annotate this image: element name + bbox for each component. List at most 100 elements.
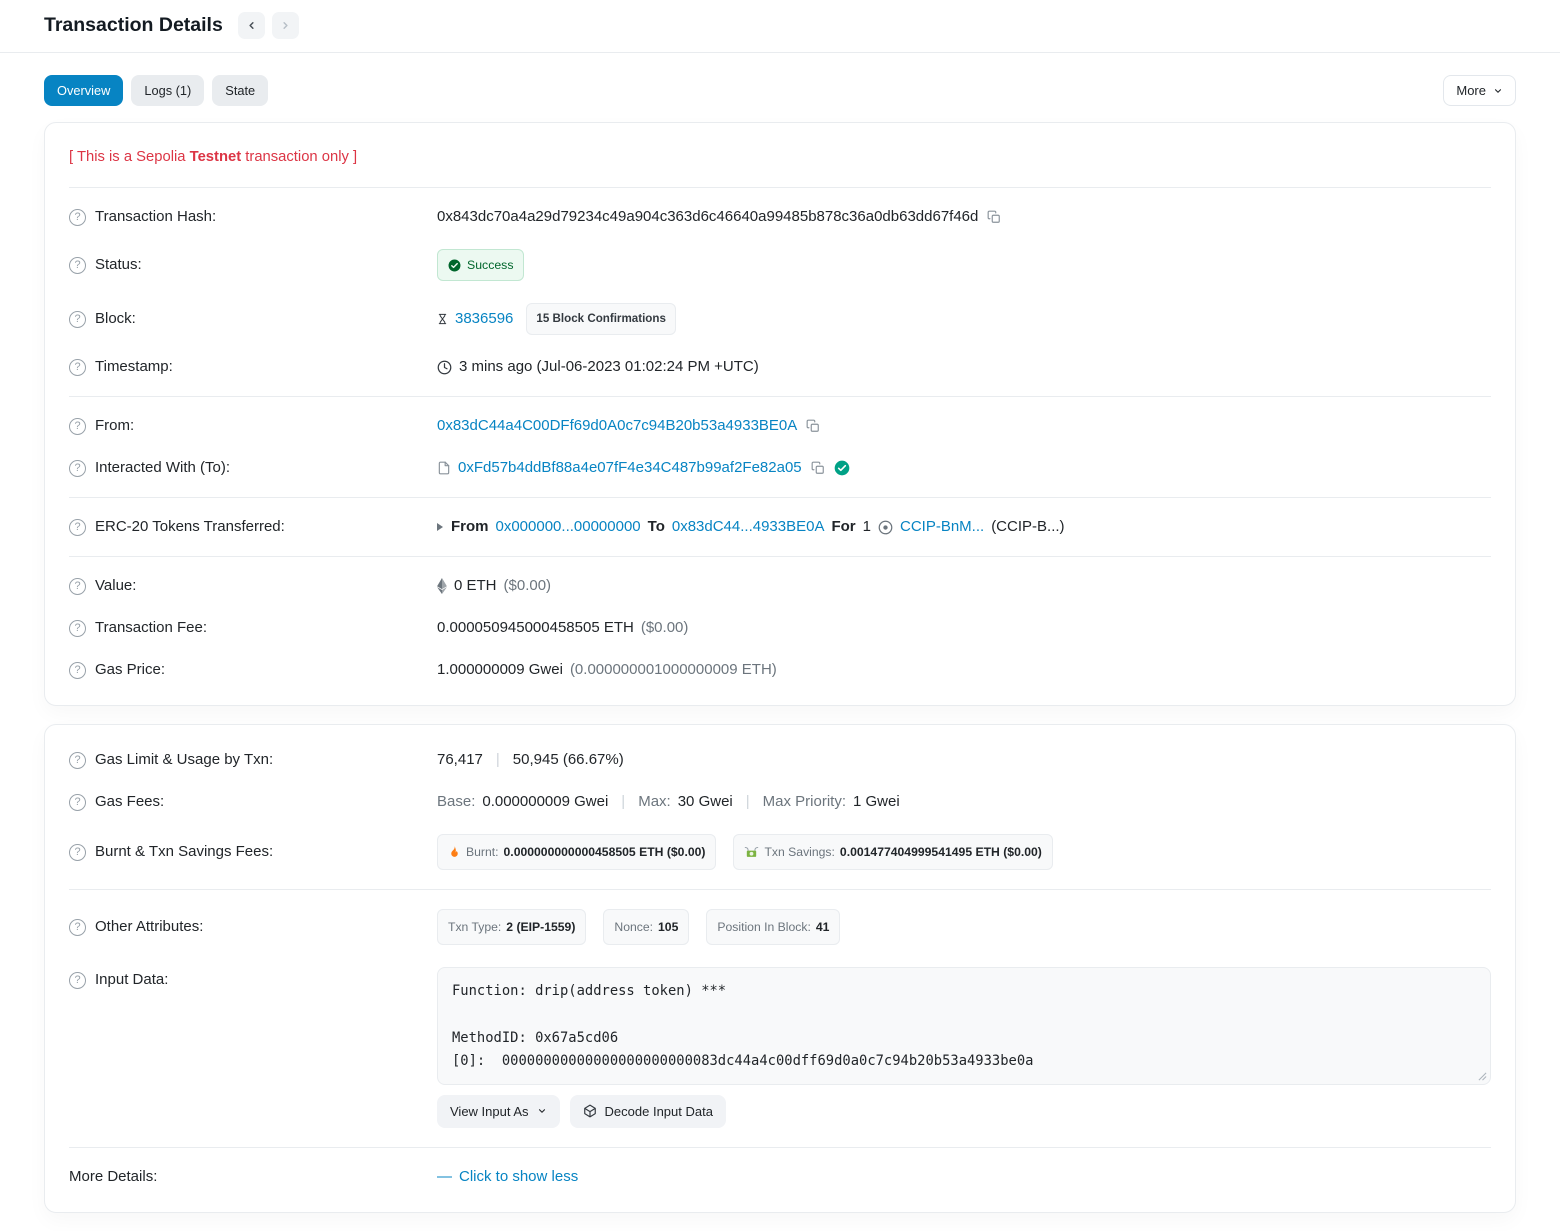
row-transaction-hash: ? Transaction Hash: 0x843dc70a4a29d79234… [69, 196, 1491, 238]
row-label: ? From: [69, 416, 437, 436]
row-value: From 0x000000...00000000 To 0x83dC44...4… [437, 517, 1491, 537]
help-icon[interactable]: ? [69, 752, 86, 769]
base-fee-value: 0.000000009 Gwei [482, 792, 608, 812]
contract-file-icon [437, 461, 451, 475]
help-icon[interactable]: ? [69, 460, 86, 477]
separator: | [496, 750, 500, 770]
help-icon[interactable]: ? [69, 620, 86, 637]
transfer-to-address-link[interactable]: 0x83dC44...4933BE0A [672, 517, 825, 537]
transfer-from-address-link[interactable]: 0x000000...00000000 [496, 517, 641, 537]
tab-overview[interactable]: Overview [44, 75, 123, 106]
next-transaction-button[interactable] [272, 12, 299, 39]
row-label: ? Transaction Fee: [69, 618, 437, 638]
help-icon[interactable]: ? [69, 972, 86, 989]
nonce-value: 105 [658, 917, 678, 937]
view-input-as-button[interactable]: View Input As [437, 1095, 560, 1128]
to-address-link[interactable]: 0xFd57b4ddBf88a4e07fF4e34C487b99af2Fe82a… [458, 458, 802, 478]
row-erc20-transfers: ? ERC-20 Tokens Transferred: From 0x0000… [69, 506, 1491, 548]
chevron-down-icon [537, 1106, 547, 1116]
help-icon[interactable]: ? [69, 519, 86, 536]
transfer-bullet-icon [437, 523, 443, 531]
row-value: 3836596 15 Block Confirmations [437, 303, 1491, 335]
previous-transaction-button[interactable] [238, 12, 265, 39]
divider [69, 396, 1491, 397]
row-label: ? Value: [69, 576, 437, 596]
separator: | [746, 792, 750, 812]
divider [69, 556, 1491, 557]
value-usd: ($0.00) [504, 576, 552, 596]
row-burnt-fees: ? Burnt & Txn Savings Fees: Burnt: 0.000… [69, 823, 1491, 881]
block-number-link[interactable]: 3836596 [455, 309, 513, 329]
position-in-block-value: 41 [816, 917, 830, 937]
base-fee-label: Base: [437, 792, 475, 812]
row-label: ? Other Attributes: [69, 917, 437, 937]
position-in-block-badge: Position In Block: 41 [706, 909, 840, 945]
block-label: Block: [95, 309, 136, 329]
divider [69, 187, 1491, 188]
transfer-for-word: For [831, 517, 855, 537]
help-icon[interactable]: ? [69, 209, 86, 226]
txn-type-value: 2 (EIP-1559) [506, 917, 575, 937]
transfer-amount: 1 [863, 517, 871, 537]
max-fee-value: 30 Gwei [678, 792, 733, 812]
transaction-hash-label: Transaction Hash: [95, 207, 216, 227]
view-input-as-label: View Input As [450, 1104, 529, 1119]
row-label: ? ERC-20 Tokens Transferred: [69, 517, 437, 537]
status-label: Status: [95, 255, 142, 275]
help-icon[interactable]: ? [69, 359, 86, 376]
row-value: 0.000050945000458505 ETH ($0.00) [437, 618, 1491, 638]
details-card: ? Gas Limit & Usage by Txn: 76,417 | 50,… [44, 724, 1516, 1213]
tab-state[interactable]: State [212, 75, 268, 106]
help-icon[interactable]: ? [69, 418, 86, 435]
more-dropdown-button[interactable]: More [1443, 75, 1516, 106]
txn-savings-badge-value: 0.001477404999541495 ETH ($0.00) [840, 842, 1042, 862]
page-title: Transaction Details [44, 14, 223, 37]
help-icon[interactable]: ? [69, 662, 86, 679]
max-priority-fee-label: Max Priority: [763, 792, 846, 812]
help-icon[interactable]: ? [69, 578, 86, 595]
input-data-box[interactable]: Function: drip(address token) *** Method… [437, 967, 1491, 1085]
max-priority-fee-value: 1 Gwei [853, 792, 900, 812]
testnet-notice: [ This is a Sepolia Testnet transaction … [69, 137, 1491, 179]
row-value: Txn Type: 2 (EIP-1559) Nonce: 105 Positi… [437, 909, 1491, 945]
transfer-to-word: To [648, 517, 665, 537]
help-icon[interactable]: ? [69, 919, 86, 936]
testnet-notice-highlight: Testnet [190, 149, 242, 165]
row-value: 0x843dc70a4a29d79234c49a904c363d6c46640a… [437, 207, 1491, 227]
copy-icon[interactable] [985, 210, 1003, 224]
from-address-link[interactable]: 0x83dC44a4C00DFf69d0A0c7c94B20b53a4933BE… [437, 416, 797, 436]
row-other-attributes: ? Other Attributes: Txn Type: 2 (EIP-155… [69, 898, 1491, 956]
decode-input-data-label: Decode Input Data [605, 1104, 713, 1119]
token-name-link[interactable]: CCIP-BnM... [900, 517, 984, 537]
help-icon[interactable]: ? [69, 257, 86, 274]
transfer-from-word: From [451, 517, 489, 537]
row-transaction-fee: ? Transaction Fee: 0.000050945000458505 … [69, 607, 1491, 649]
chevron-left-icon [246, 20, 257, 31]
gas-limit-value: 76,417 [437, 750, 483, 770]
help-icon[interactable]: ? [69, 311, 86, 328]
burnt-badge-value: 0.000000000000458505 ETH ($0.00) [504, 842, 706, 862]
help-icon[interactable]: ? [69, 844, 86, 861]
decode-input-data-button[interactable]: Decode Input Data [570, 1095, 726, 1128]
chevron-down-icon [1493, 86, 1503, 96]
resize-handle-icon[interactable] [1478, 1072, 1487, 1081]
nonce-badge: Nonce: 105 [603, 909, 689, 945]
copy-icon[interactable] [804, 419, 822, 433]
value-label: Value: [95, 576, 136, 596]
tab-logs[interactable]: Logs (1) [131, 75, 204, 106]
chevron-right-icon [280, 20, 291, 31]
row-gas-price: ? Gas Price: 1.000000009 Gwei (0.0000000… [69, 649, 1491, 691]
other-attributes-label: Other Attributes: [95, 917, 203, 937]
position-in-block-label: Position In Block: [717, 917, 810, 937]
timestamp-label: Timestamp: [95, 357, 173, 377]
copy-icon[interactable] [809, 461, 827, 475]
check-circle-icon [448, 259, 461, 272]
hourglass-icon [437, 312, 448, 326]
help-icon[interactable]: ? [69, 794, 86, 811]
row-label: ? Timestamp: [69, 357, 437, 377]
testnet-notice-prefix: [ This is a Sepolia [69, 149, 190, 165]
row-value: 3 mins ago (Jul-06-2023 01:02:24 PM +UTC… [437, 357, 1491, 377]
status-badge-text: Success [467, 255, 513, 275]
transaction-fee-value: 0.000050945000458505 ETH [437, 618, 634, 638]
overview-card: [ This is a Sepolia Testnet transaction … [44, 122, 1516, 706]
